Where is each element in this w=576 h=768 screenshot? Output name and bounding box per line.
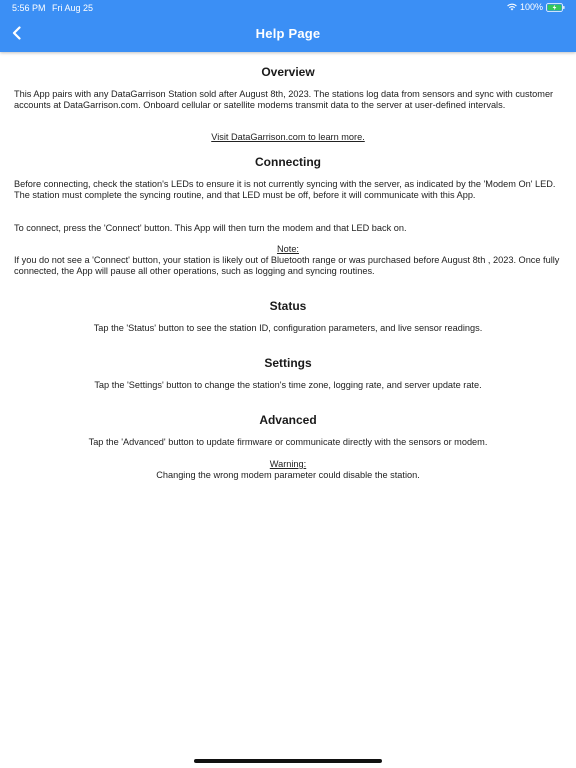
help-page-screen: 5:56 PM Fri Aug 25 100% Help Page Overvi…: [0, 0, 576, 768]
home-indicator[interactable]: [194, 759, 382, 763]
page-title: Help Page: [255, 26, 321, 41]
overview-heading: Overview: [261, 65, 315, 79]
connecting-heading: Connecting: [255, 155, 321, 169]
overview-text: This App pairs with any DataGarrison Sta…: [14, 89, 554, 110]
connect-instructions: To connect, press the 'Connect' button. …: [14, 223, 407, 233]
status-text: Tap the 'Status' button to see the stati…: [93, 323, 483, 333]
datagarrison-link-line: Visit DataGarrison.com to learn more.: [0, 132, 576, 142]
note-label: Note:: [277, 244, 299, 254]
datagarrison-link[interactable]: Visit DataGarrison.com to learn more.: [211, 132, 365, 142]
battery-charging-icon: [546, 2, 565, 12]
status-time: 5:56 PM: [12, 3, 46, 13]
wifi-icon: [507, 3, 517, 11]
advanced-text: Tap the 'Advanced' button to update firm…: [88, 437, 488, 447]
settings-heading: Settings: [264, 356, 312, 370]
settings-text: Tap the 'Settings' button to change the …: [94, 380, 482, 390]
status-date: Fri Aug 25: [52, 3, 94, 13]
advanced-heading: Advanced: [259, 413, 317, 427]
app-header: 5:56 PM Fri Aug 25 100% Help Page: [0, 0, 576, 52]
note-text: If you do not see a 'Connect' button, yo…: [14, 255, 560, 276]
status-indicators: 100%: [507, 2, 565, 12]
status-heading: Status: [269, 299, 307, 313]
connecting-text: Before connecting, check the station's L…: [14, 179, 556, 200]
warning-text: Changing the wrong modem parameter could…: [156, 470, 420, 480]
battery-percent: 100%: [519, 2, 543, 12]
nav-bar: Help Page: [0, 17, 576, 52]
status-bar: 5:56 PM Fri Aug 25 100%: [0, 0, 576, 17]
warning-label: Warning:: [269, 459, 307, 469]
